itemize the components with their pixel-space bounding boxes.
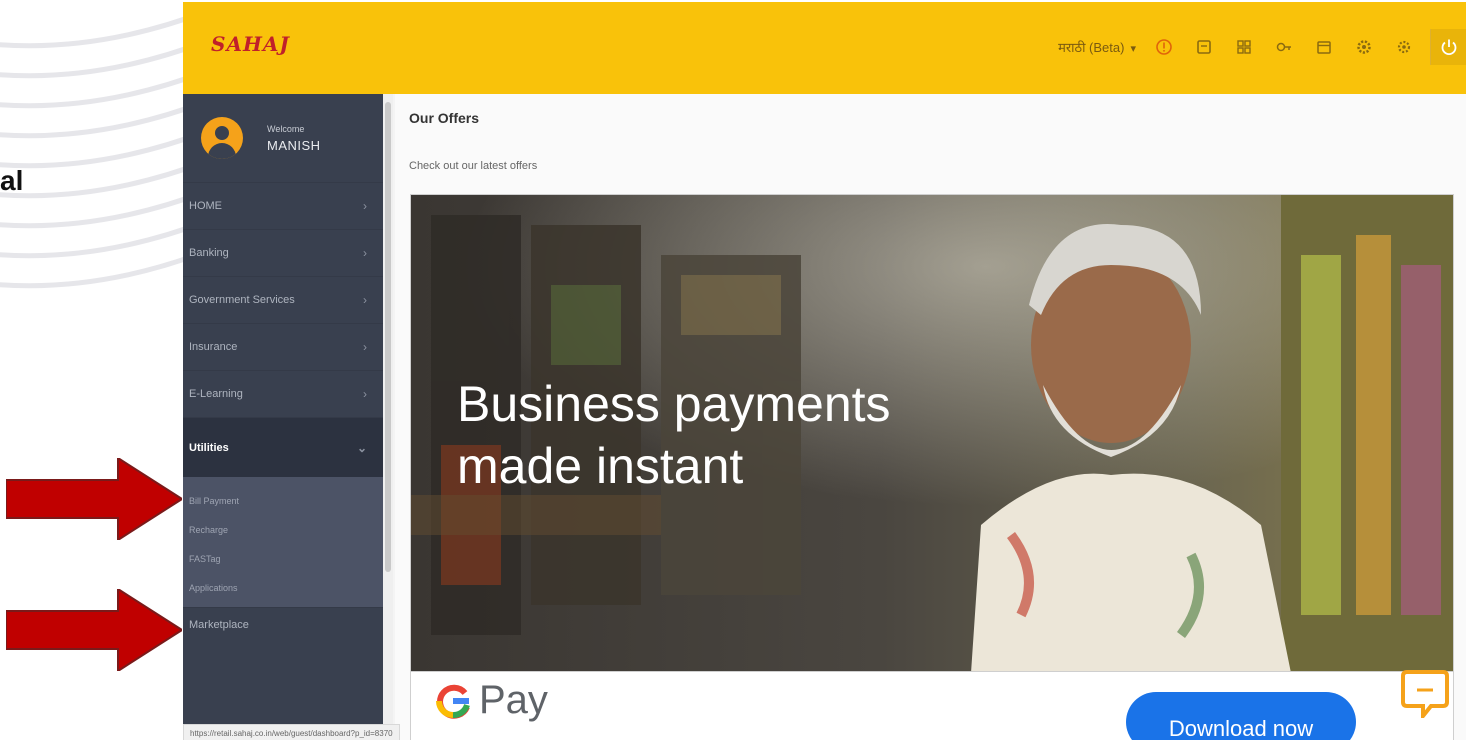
gpay-logo: Pay — [435, 678, 548, 723]
sidebar-item-label: Marketplace — [189, 618, 249, 631]
page-title: Our Offers — [409, 110, 480, 126]
offer-banner[interactable]: Business payments made instant — [410, 194, 1454, 672]
banner-headline-line1: Business payments — [457, 376, 891, 432]
download-now-button[interactable]: Download now — [1126, 692, 1356, 740]
sahaj-logo[interactable]: SAHAJ — [211, 32, 290, 56]
settings-icon[interactable] — [1395, 38, 1413, 56]
user-profile[interactable]: Welcome MANISH — [183, 94, 383, 182]
chevron-right-icon: › — [363, 387, 367, 401]
sidebar-item-label: HOME — [189, 200, 222, 212]
sidebar-item-insurance[interactable]: Insurance › — [183, 323, 383, 370]
power-icon[interactable] — [1430, 29, 1466, 65]
gpay-label: Pay — [479, 678, 548, 722]
sidebar-item-home[interactable]: HOME › — [183, 182, 383, 229]
gpay-strip: Pay Download now — [410, 672, 1454, 740]
chevron-right-icon: › — [363, 340, 367, 354]
calendar-icon[interactable] — [1315, 38, 1333, 56]
sidebar-item-label: Government Services — [189, 294, 295, 306]
top-bar: SAHAJ मराठी (Beta) ▾ — [183, 2, 1466, 94]
submenu-item-recharge[interactable]: Recharge — [183, 516, 383, 545]
chat-icon[interactable] — [1401, 666, 1449, 718]
chevron-down-icon: ▾ — [1130, 43, 1136, 55]
sidebar-item-utilities[interactable]: Utilities ⌄ — [183, 417, 383, 477]
banner-headline: Business payments made instant — [457, 373, 891, 497]
page-subtitle: Check out our latest offers — [409, 160, 538, 172]
submenu-item-fastag[interactable]: FASTag — [183, 545, 383, 574]
submenu-item-applications[interactable]: Applications — [183, 574, 383, 603]
user-name: MANISH — [267, 137, 321, 153]
sidebar-item-label: Insurance — [189, 341, 238, 353]
key-icon[interactable] — [1275, 38, 1293, 56]
welcome-label: Welcome — [267, 123, 305, 134]
sidebar-item-label: E-Learning — [189, 388, 243, 400]
sidebar-item-banking[interactable]: Banking › — [183, 229, 383, 276]
pointer-arrow-utilities — [6, 458, 182, 540]
chevron-right-icon: › — [363, 293, 367, 307]
avatar — [201, 117, 243, 159]
language-label: मराठी (Beta) — [1058, 40, 1125, 55]
slide-side-text: al — [0, 165, 24, 196]
document-icon[interactable] — [1195, 38, 1213, 56]
pointer-arrow-submenu — [6, 589, 182, 671]
top-bar-actions: मराठी (Beta) ▾ — [1058, 29, 1466, 65]
sidebar-scrollbar-thumb[interactable] — [385, 102, 391, 572]
language-selector[interactable]: मराठी (Beta) ▾ — [1058, 38, 1136, 56]
sidebar-item-label: Utilities — [189, 441, 229, 454]
main-content: Our Offers Check out our latest offers B… — [395, 94, 1466, 740]
info-icon[interactable] — [1155, 38, 1173, 56]
sidebar: Welcome MANISH HOME › Banking › Governme… — [183, 94, 383, 740]
gear-icon[interactable] — [1355, 38, 1373, 56]
submenu-item-bill-payment[interactable]: Bill Payment — [183, 487, 383, 516]
sidebar-item-label: Banking — [189, 247, 229, 259]
google-g-icon — [436, 684, 470, 719]
app-window: SAHAJ मराठी (Beta) ▾ Welcome MANISH HOME… — [183, 2, 1466, 740]
sidebar-item-e-learning[interactable]: E-Learning › — [183, 370, 383, 417]
chevron-right-icon: › — [363, 246, 367, 260]
grid-icon[interactable] — [1235, 38, 1253, 56]
utilities-submenu: Bill Payment Recharge FASTag Application… — [183, 477, 383, 607]
status-bar-url: https://retail.sahaj.co.in/web/guest/das… — [183, 724, 400, 740]
sidebar-item-government-services[interactable]: Government Services › — [183, 276, 383, 323]
banner-headline-line2: made instant — [457, 438, 744, 494]
chevron-down-icon: ⌄ — [356, 440, 367, 455]
sidebar-item-marketplace[interactable]: Marketplace — [183, 607, 383, 641]
chevron-right-icon: › — [363, 199, 367, 213]
